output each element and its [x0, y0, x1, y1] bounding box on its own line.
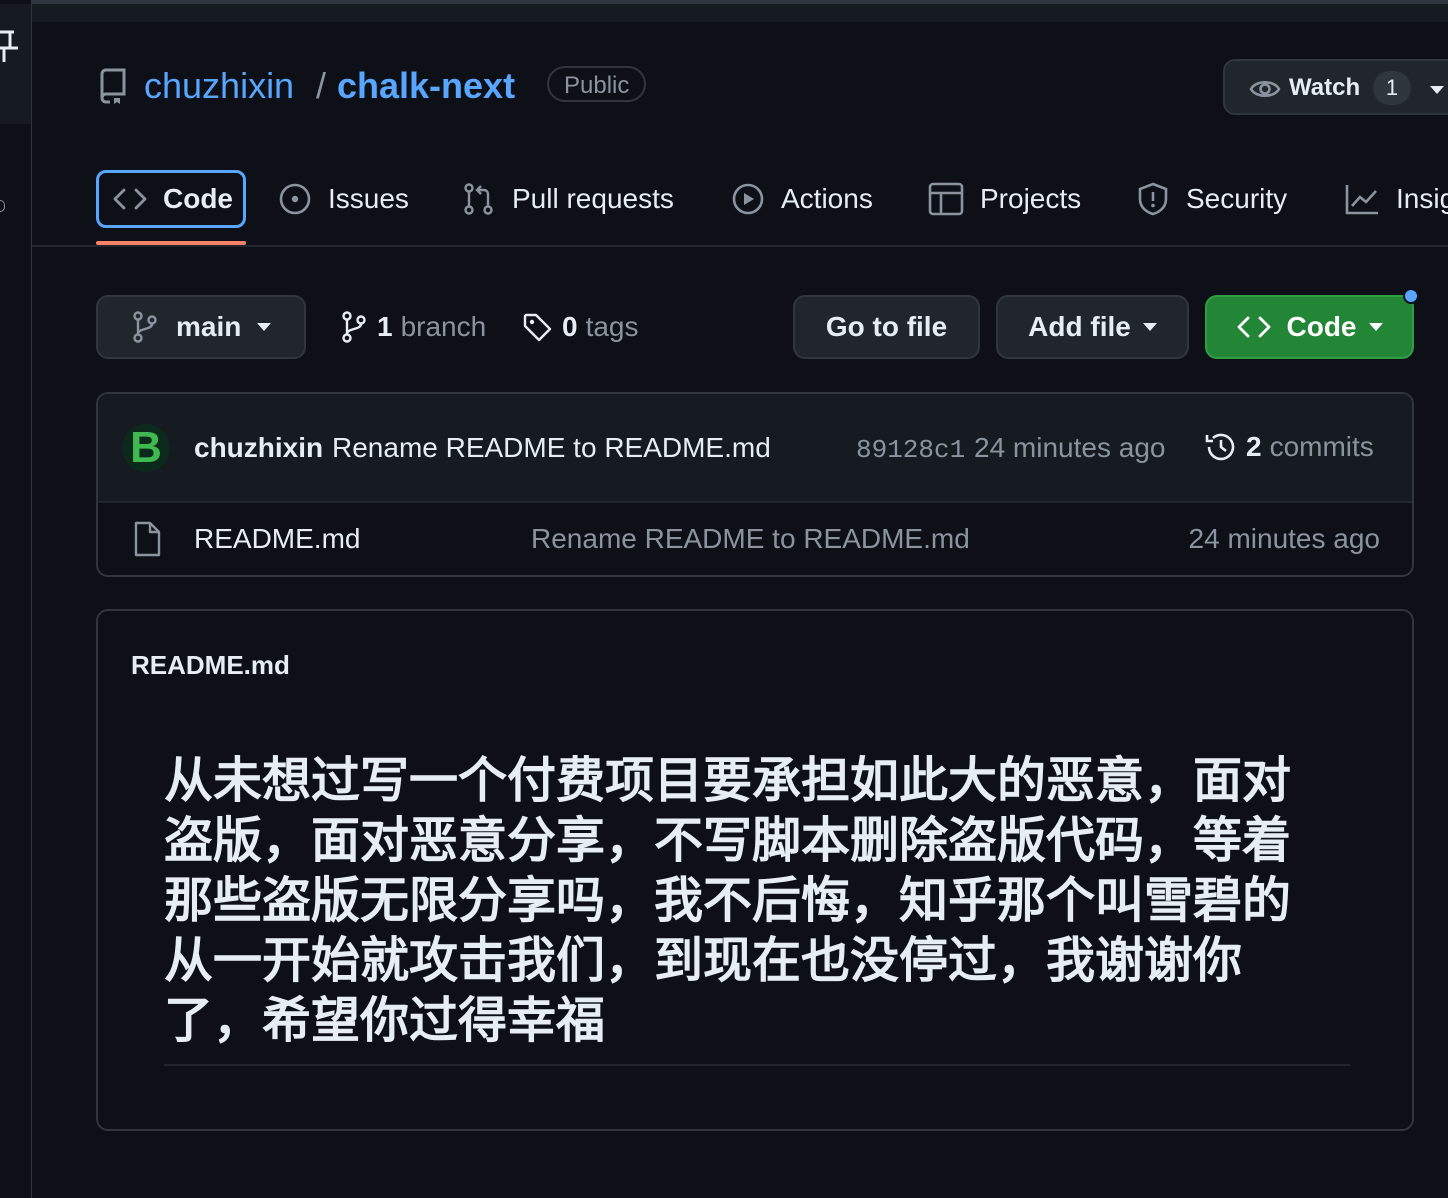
- repo-icon: [100, 68, 126, 104]
- branch-selector-button[interactable]: main: [96, 295, 306, 359]
- chevron-down-icon: [1142, 323, 1157, 331]
- branch-count: 1: [377, 311, 393, 342]
- repo-owner-link[interactable]: chuzhixin: [144, 64, 294, 108]
- tab-projects[interactable]: Projects: [928, 170, 1081, 228]
- repo-name-link[interactable]: chalk-next: [337, 64, 515, 108]
- history-icon: [1205, 433, 1235, 461]
- tab-security[interactable]: Security: [1136, 170, 1287, 228]
- tag-icon: [523, 313, 552, 342]
- code-icon: [1237, 316, 1270, 338]
- git-branch-icon: [342, 311, 366, 343]
- table-icon: [928, 182, 964, 216]
- notification-dot: [1403, 288, 1419, 304]
- top-bar: [32, 4, 1448, 22]
- file-row[interactable]: README.md Rename README to README.md 24 …: [98, 503, 1412, 575]
- chevron-down-icon: [257, 323, 272, 331]
- tab-insights-label: Insig: [1396, 183, 1448, 214]
- code-button-label: Code: [1286, 311, 1357, 342]
- file-commit-time: 24 minutes ago: [1188, 523, 1380, 554]
- file-icon: [134, 521, 161, 557]
- selected-tab-indicator: [96, 241, 246, 245]
- commit-author-link[interactable]: chuzhixin: [194, 432, 323, 464]
- tab-code[interactable]: Code: [96, 170, 246, 228]
- chevron-down-icon: [1368, 323, 1383, 331]
- sidebar-edge-icon[interactable]: [0, 200, 5, 212]
- tab-security-label: Security: [1186, 183, 1288, 214]
- current-branch-name: main: [176, 311, 242, 342]
- graph-icon: [1345, 185, 1378, 215]
- go-to-file-label: Go to file: [825, 311, 948, 342]
- commit-history-link[interactable]: 2 commits: [1204, 430, 1374, 464]
- left-sidebar-strip: [0, 0, 32, 1198]
- pin-icon[interactable]: [0, 28, 20, 64]
- commit-sha-link[interactable]: 89128c1: [856, 434, 965, 466]
- commit-count: 2: [1246, 431, 1262, 462]
- add-file-label: Add file: [1028, 311, 1131, 342]
- shield-icon: [1138, 182, 1168, 216]
- tab-issues[interactable]: Issues: [278, 170, 409, 228]
- code-icon: [113, 188, 147, 210]
- tags-link[interactable]: 0 tags: [522, 310, 639, 344]
- code-dropdown-button[interactable]: Code: [1205, 295, 1414, 359]
- tab-issues-label: Issues: [328, 183, 409, 214]
- tag-count-label: tags: [585, 311, 639, 342]
- avatar[interactable]: B: [122, 424, 170, 472]
- latest-commit-row: B chuzhixin Rename README to README.md 8…: [98, 394, 1412, 503]
- sidebar-active-tile: [0, 4, 31, 124]
- readme-title-link[interactable]: README.md: [131, 649, 290, 681]
- tab-pull-requests-label: Pull requests: [512, 183, 674, 214]
- branches-link[interactable]: 1 branch: [341, 310, 486, 344]
- tab-code-label: Code: [163, 183, 233, 214]
- git-branch-icon: [133, 311, 157, 343]
- issue-opened-icon: [279, 183, 311, 215]
- file-name-link[interactable]: README.md: [194, 523, 360, 555]
- nav-divider: [32, 245, 1448, 247]
- file-list: B chuzhixin Rename README to README.md 8…: [96, 392, 1414, 577]
- commit-count-label: commits: [1269, 431, 1374, 462]
- branch-count-label: branch: [400, 311, 487, 342]
- watch-label: Watch: [1289, 74, 1361, 101]
- readme-heading: 从未想过写一个付费项目要承担如此大的恶意，面对盗版，面对恶意分享，不写脚本删除盗…: [164, 754, 1292, 1048]
- eye-icon: [1249, 80, 1281, 98]
- go-to-file-button[interactable]: Go to file: [793, 295, 980, 359]
- tab-actions[interactable]: Actions: [731, 170, 873, 228]
- file-commit-message-link[interactable]: Rename README to README.md: [531, 523, 970, 555]
- play-icon: [732, 183, 764, 215]
- tab-projects-label: Projects: [980, 183, 1082, 214]
- tab-actions-label: Actions: [781, 183, 873, 214]
- heading-divider: [164, 1064, 1350, 1066]
- visibility-badge: Public: [547, 66, 647, 102]
- add-file-button[interactable]: Add file: [996, 295, 1189, 359]
- tab-pull-requests[interactable]: Pull requests: [462, 170, 674, 228]
- chevron-down-icon: [1430, 86, 1444, 94]
- repo-path-separator: /: [316, 65, 327, 106]
- watch-count: 1: [1373, 71, 1411, 105]
- tag-count: 0: [562, 311, 578, 342]
- git-pull-request-icon: [464, 183, 493, 215]
- watch-button[interactable]: Watch 1: [1223, 59, 1448, 115]
- readme-panel: README.md 从未想过写一个付费项目要承担如此大的恶意，面对盗版，面对恶意…: [96, 609, 1414, 1131]
- commit-time: 24 minutes ago: [974, 432, 1166, 463]
- commit-message-link[interactable]: Rename README to README.md: [332, 432, 771, 464]
- tab-insights[interactable]: Insig: [1344, 170, 1448, 228]
